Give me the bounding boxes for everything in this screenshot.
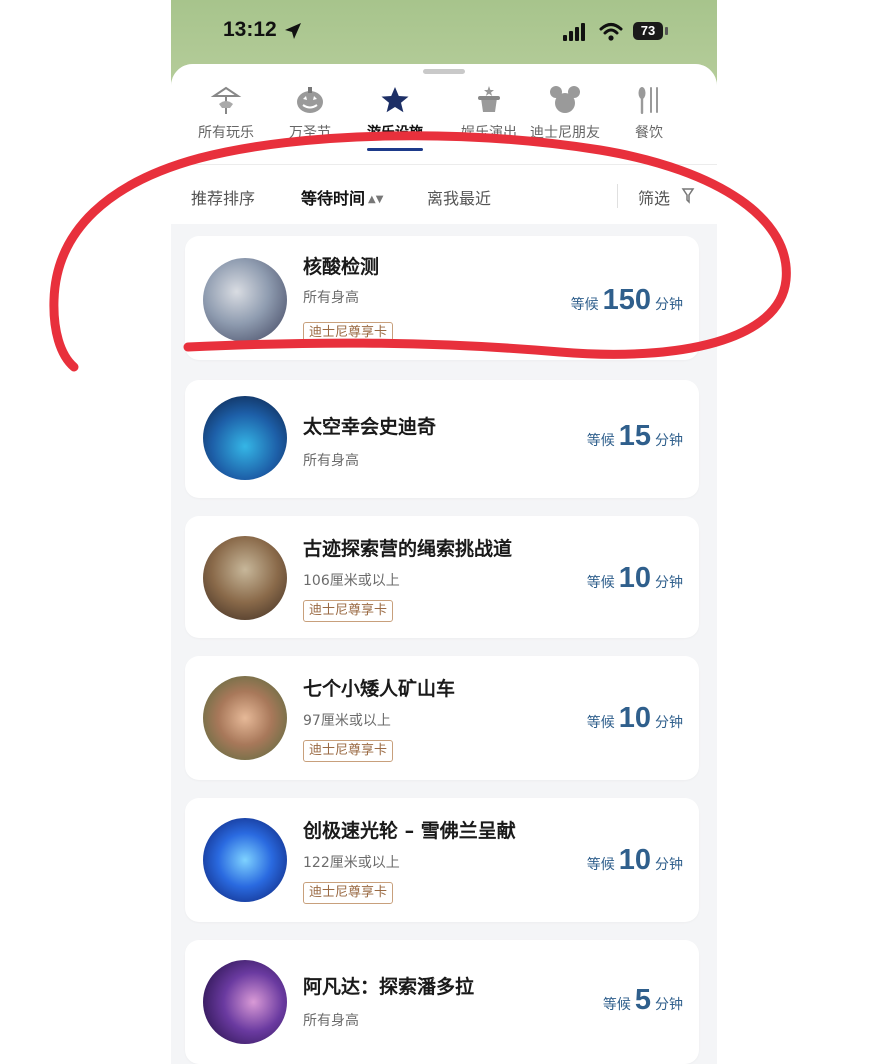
wait-prefix: 等候 <box>586 715 615 731</box>
wait-minutes: 10 <box>618 844 651 876</box>
filter-icon[interactable] <box>681 188 695 204</box>
wait-time: 等候 150 分钟 <box>571 284 683 317</box>
category-label: 迪士尼朋友 <box>530 125 600 141</box>
attraction-name: 太空幸会史迪奇 <box>303 416 437 438</box>
attraction-name: 核酸检测 <box>303 256 380 278</box>
height-requirement: 所有身高 <box>303 1013 359 1029</box>
wait-unit: 分钟 <box>655 297 683 313</box>
sort-arrows-icon: ▲▼ <box>368 194 384 205</box>
attraction-thumbnail <box>203 536 287 620</box>
wait-unit: 分钟 <box>655 433 683 449</box>
pumpkin-icon <box>297 87 323 113</box>
attraction-card[interactable]: 七个小矮人矿山车 97厘米或以上 迪士尼尊享卡 等候 10 分钟 <box>185 656 699 780</box>
attraction-name: 七个小矮人矿山车 <box>303 678 456 700</box>
premier-access-badge: 迪士尼尊享卡 <box>303 322 394 344</box>
category-label: 所有玩乐 <box>198 125 254 141</box>
wait-prefix: 等候 <box>586 857 615 873</box>
attraction-name: 古迹探索营的绳索挑战道 <box>303 538 513 560</box>
phone-screen: 13:12 73 所有玩乐 万圣节 游乐设施 娱乐演出 迪士尼朋友 餐饮 推荐排… <box>171 0 717 1064</box>
attraction-thumbnail <box>203 676 287 760</box>
status-time: 13:12 <box>223 18 277 41</box>
attraction-card[interactable]: 太空幸会史迪奇 所有身高 等候 15 分钟 <box>185 380 699 498</box>
wait-time: 等候 10 分钟 <box>587 844 683 877</box>
attraction-card[interactable]: 核酸检测 所有身高 迪士尼尊享卡 等候 150 分钟 <box>185 236 699 360</box>
premier-access-badge: 迪士尼尊享卡 <box>303 740 394 762</box>
sort-recommended[interactable]: 推荐排序 <box>191 185 255 209</box>
wifi-icon <box>599 23 623 41</box>
drag-handle[interactable] <box>423 69 465 74</box>
category-disney-friends[interactable]: 迪士尼朋友 <box>523 84 607 146</box>
category-all-fun[interactable]: 所有玩乐 <box>184 84 268 146</box>
wait-time: 等候 10 分钟 <box>587 562 683 595</box>
category-label: 娱乐演出 <box>461 125 517 141</box>
wait-minutes: 150 <box>602 284 651 316</box>
wait-time: 等候 10 分钟 <box>587 702 683 735</box>
height-requirement: 106厘米或以上 <box>303 573 400 589</box>
premier-access-badge: 迪士尼尊享卡 <box>303 882 394 904</box>
height-requirement: 所有身高 <box>303 453 359 469</box>
wait-unit: 分钟 <box>655 997 683 1013</box>
attraction-name: 创极速光轮 – 雪佛兰呈献 <box>303 820 516 842</box>
sort-wait-time-label: 等待时间 <box>301 189 366 208</box>
attractions-sheet: 所有玩乐 万圣节 游乐设施 娱乐演出 迪士尼朋友 餐饮 推荐排序 等待时间 ▲▼… <box>171 64 717 1064</box>
sort-wait-time[interactable]: 等待时间 ▲▼ <box>301 185 383 209</box>
wait-prefix: 等候 <box>602 997 631 1013</box>
wait-unit: 分钟 <box>655 575 683 591</box>
wait-minutes: 5 <box>634 984 651 1016</box>
carousel-icon <box>210 86 242 114</box>
wait-time: 等候 5 分钟 <box>603 984 683 1017</box>
attraction-thumbnail <box>203 960 287 1044</box>
wait-prefix: 等候 <box>570 297 599 313</box>
filter-button[interactable]: 筛选 <box>638 185 670 209</box>
divider <box>171 164 717 165</box>
premier-access-badge: 迪士尼尊享卡 <box>303 600 394 622</box>
battery-indicator: 73 <box>633 22 663 40</box>
category-label: 餐饮 <box>635 125 663 141</box>
attraction-thumbnail <box>203 396 287 480</box>
location-arrow-icon <box>285 23 301 39</box>
category-label: 万圣节 <box>289 125 331 141</box>
wait-prefix: 等候 <box>586 575 615 591</box>
sort-nearest[interactable]: 离我最近 <box>427 185 491 209</box>
active-category-underline <box>367 148 423 151</box>
wait-unit: 分钟 <box>655 857 683 873</box>
category-dining[interactable]: 餐饮 <box>607 84 691 146</box>
attraction-thumbnail <box>203 258 287 342</box>
wait-unit: 分钟 <box>655 715 683 731</box>
category-halloween[interactable]: 万圣节 <box>268 84 352 146</box>
height-requirement: 97厘米或以上 <box>303 713 391 729</box>
wait-minutes: 10 <box>618 702 651 734</box>
attraction-card[interactable]: 古迹探索营的绳索挑战道 106厘米或以上 迪士尼尊享卡 等候 10 分钟 <box>185 516 699 638</box>
battery-cap <box>665 27 668 35</box>
wait-minutes: 10 <box>618 562 651 594</box>
category-attractions[interactable]: 游乐设施 <box>353 84 437 146</box>
wait-minutes: 15 <box>618 420 651 452</box>
height-requirement: 所有身高 <box>303 290 359 306</box>
magic-hat-icon <box>478 86 500 112</box>
category-shows[interactable]: 娱乐演出 <box>447 84 531 146</box>
attraction-name: 阿凡达：探索潘多拉 <box>303 976 475 998</box>
wait-prefix: 等候 <box>586 433 615 449</box>
height-requirement: 122厘米或以上 <box>303 855 400 871</box>
filter-separator <box>617 184 618 208</box>
attraction-thumbnail <box>203 818 287 902</box>
attraction-card[interactable]: 阿凡达：探索潘多拉 所有身高 等候 5 分钟 <box>185 940 699 1064</box>
utensils-icon <box>638 87 658 114</box>
star-icon <box>381 87 409 113</box>
wait-time: 等候 15 分钟 <box>587 420 683 453</box>
category-label: 游乐设施 <box>367 125 423 141</box>
mickey-icon <box>550 86 580 113</box>
attraction-card[interactable]: 创极速光轮 – 雪佛兰呈献 122厘米或以上 迪士尼尊享卡 等候 10 分钟 <box>185 798 699 922</box>
cellular-signal-icon <box>563 23 585 41</box>
